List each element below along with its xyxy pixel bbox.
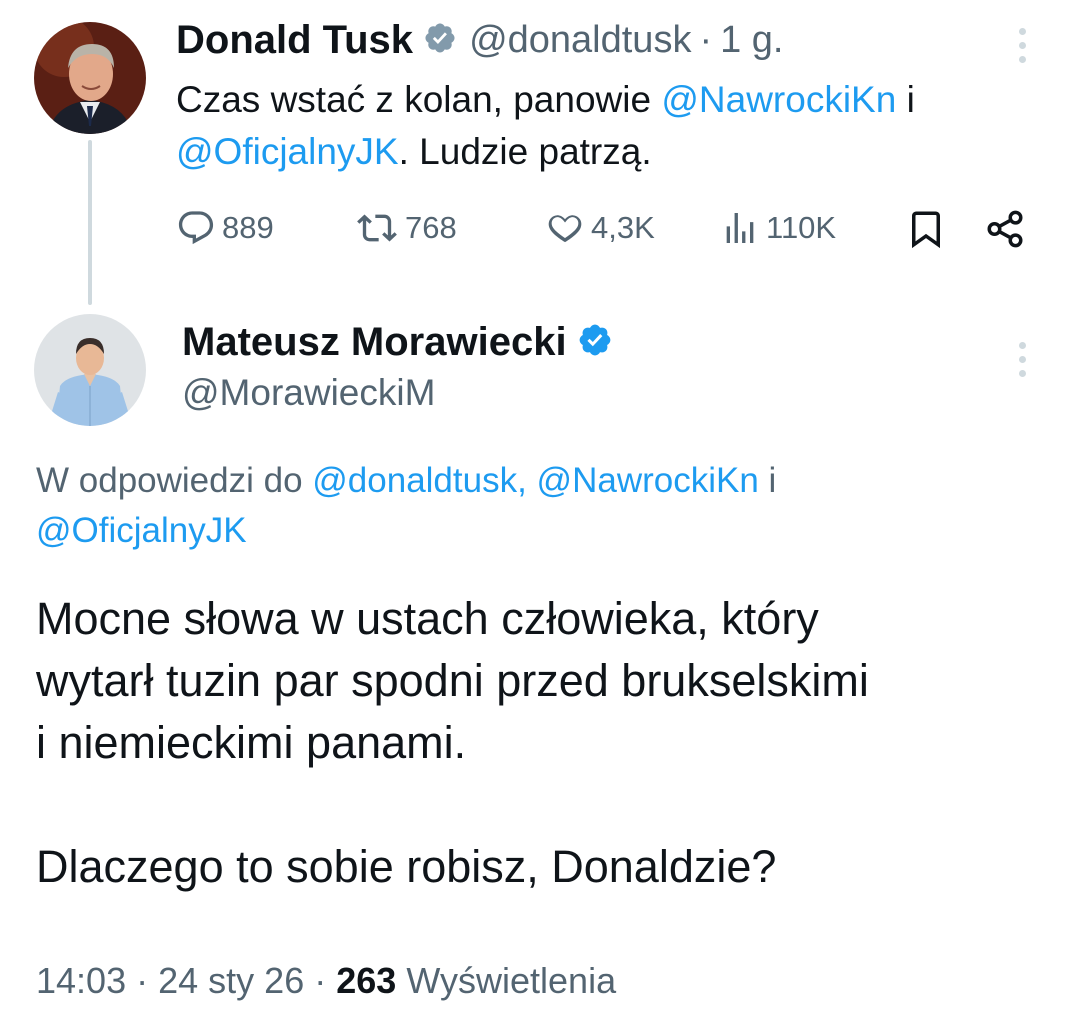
more-icon[interactable] [1017, 28, 1027, 70]
morawiecki-header: Mateusz Morawiecki [182, 320, 613, 365]
reply-join: i [758, 461, 777, 500]
meta-dot: · [314, 960, 327, 1001]
repost-button[interactable]: 768 [355, 208, 457, 248]
repost-icon [355, 208, 399, 248]
tusk-name[interactable]: Donald Tusk [176, 18, 413, 63]
views-count: 110K [766, 210, 837, 245]
tusk-handle[interactable]: @donaldtusk [469, 19, 691, 62]
tusk-text-part3: . Ludzie patrzą. [398, 131, 652, 172]
tweet-date[interactable]: 24 sty 26 [158, 960, 304, 1001]
tusk-header: Donald Tusk @donaldtusk · 1 g. [176, 18, 784, 63]
mention-nawrocki[interactable]: @NawrockiKn [537, 461, 759, 500]
share-button[interactable] [984, 208, 1026, 250]
tweet-time[interactable]: 14:03 [36, 960, 126, 1001]
more-icon[interactable] [1017, 342, 1027, 384]
share-icon [984, 208, 1026, 250]
views-number: 263 [336, 960, 397, 1001]
separator-dot: · [699, 19, 713, 61]
morawiecki-name[interactable]: Mateusz Morawiecki [182, 320, 567, 365]
views-icon [720, 208, 760, 248]
mention-donaldtusk[interactable]: @donaldtusk, [312, 461, 527, 500]
views-label: Wyświetlenia [406, 960, 617, 1001]
morawiecki-tweet-text: Mocne słowa w ustach człowieka, który wy… [36, 593, 869, 892]
like-button[interactable]: 4,3K [545, 208, 655, 248]
morawiecki-handle[interactable]: @MorawieckiM [182, 372, 435, 414]
verified-badge-icon [577, 322, 613, 363]
mention-oficjalnyjk[interactable]: @OficjalnyJK [176, 131, 399, 172]
tusk-text-part2: i [896, 79, 915, 120]
views-button[interactable]: 110K [720, 208, 836, 248]
meta-dot: · [136, 960, 149, 1001]
reply-button[interactable]: 889 [176, 208, 274, 248]
like-count: 4,3K [591, 210, 655, 245]
mention-oficjalnyjk[interactable]: @OficjalnyJK [36, 511, 247, 550]
tusk-text-part1: Czas wstać z kolan, panowie [176, 79, 662, 120]
tusk-avatar[interactable] [34, 22, 146, 134]
reply-icon [176, 208, 216, 248]
reply-count: 889 [222, 210, 274, 245]
like-icon [545, 208, 585, 248]
bookmark-button[interactable] [905, 208, 947, 250]
tusk-tweet-text: Czas wstać z kolan, panowie @NawrockiKn … [176, 74, 1056, 178]
bookmark-icon [905, 208, 947, 250]
thread-line [88, 140, 92, 305]
morawiecki-avatar[interactable] [34, 314, 146, 426]
reply-prefix: W odpowiedzi do [36, 461, 313, 500]
mention-nawrocki[interactable]: @NawrockiKn [661, 79, 896, 120]
repost-count: 768 [405, 210, 457, 245]
verified-badge-icon [423, 21, 457, 60]
tusk-time[interactable]: 1 g. [720, 19, 783, 62]
tweet-meta: 14:03 · 24 sty 26 · 263 Wyświetlenia [36, 960, 616, 1002]
reply-context: W odpowiedzi do @donaldtusk, @NawrockiKn… [36, 456, 1046, 556]
